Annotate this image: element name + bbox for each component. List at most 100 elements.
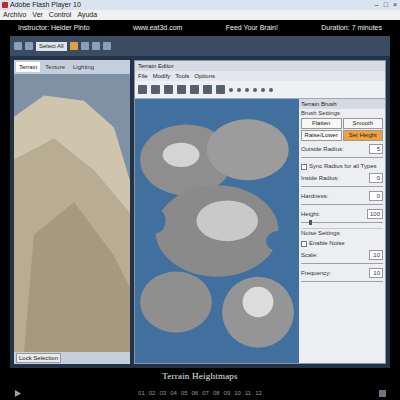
slider-track[interactable] [301, 202, 383, 207]
video-header: Instructor: Helder Pintowww.eat3d.comFee… [10, 20, 390, 36]
brush-type-button[interactable]: Flatten [301, 118, 342, 129]
brush-type-button[interactable]: Raise/Lower [301, 130, 342, 141]
checkbox-row[interactable]: Sync Radius for all Types [301, 161, 383, 172]
number-field: Scale:10 [301, 249, 383, 267]
tool-icon[interactable] [216, 85, 225, 94]
slider-track[interactable] [301, 220, 383, 225]
terrain-render-icon [14, 74, 130, 352]
menu-bar: Archivo Ver Control Ayuda [0, 10, 400, 20]
menu-item[interactable]: Ver [32, 10, 43, 21]
brush-size-icon[interactable] [229, 88, 233, 92]
menu-item[interactable]: Archivo [3, 10, 26, 21]
brush-panel: Terrain BrushBrush SettingsFlattenSmooth… [299, 99, 385, 363]
chapter-button[interactable]: 08 [213, 389, 220, 398]
tool-icon[interactable] [151, 85, 160, 94]
number-field: Inside Radius:0 [301, 172, 383, 190]
tool-icon[interactable] [190, 85, 199, 94]
chapter-button[interactable]: 04 [170, 389, 177, 398]
window-button[interactable]: – [374, 1, 380, 9]
window-button[interactable]: □ [383, 1, 389, 9]
slider-thumb[interactable] [309, 220, 312, 225]
editor-menu-bar: File Modify Tools Options [135, 71, 385, 81]
tab[interactable]: Texture [42, 62, 68, 72]
chapter-button[interactable]: 05 [181, 389, 188, 398]
chapter-button[interactable]: 11 [245, 389, 251, 398]
play-icon[interactable] [14, 390, 21, 397]
tab-bar: TerrainTextureLighting [14, 60, 130, 74]
app-main: TerrainTextureLightingLock SelectionTerr… [10, 56, 390, 368]
tool-icon[interactable] [81, 42, 89, 50]
tool-icon[interactable] [164, 85, 173, 94]
tool-icon[interactable] [177, 85, 186, 94]
brush-size-icon[interactable] [237, 88, 241, 92]
number-field: Height:100 [301, 208, 383, 226]
video-title: Terrain Heightmaps [10, 368, 390, 386]
checkbox-row[interactable]: Enable Noise [301, 238, 383, 249]
brush-size-icon[interactable] [261, 88, 265, 92]
chapter-button[interactable]: 09 [224, 389, 231, 398]
section-label: Noise Settings [301, 228, 383, 238]
screen: Adobe Flash Player 10–□×Archivo Ver Contro… [0, 0, 400, 400]
editor-title-bar: Terrain Editor [135, 61, 385, 71]
tab[interactable]: Lighting [70, 62, 97, 72]
left-panel: TerrainTextureLighting Lock Selection [14, 60, 130, 364]
value-box[interactable]: 5 [369, 144, 383, 154]
slider-track[interactable] [301, 279, 383, 284]
app-toolbar: Select All [10, 36, 390, 56]
tool-icon[interactable] [70, 42, 78, 50]
brush-type-button[interactable]: Smooth [343, 118, 384, 129]
editor-toolbar [135, 81, 385, 99]
volume-icon[interactable] [379, 390, 386, 397]
tool-icon[interactable] [203, 85, 212, 94]
window-button[interactable]: × [392, 1, 398, 9]
menu-item[interactable]: Control [49, 10, 72, 21]
video-frame: Select All TerrainTextureLighting Lock Sel… [10, 36, 390, 368]
tool-icon[interactable] [138, 85, 147, 94]
terrain-editor-window: Terrain EditorFile Modify Tools Options Terr… [134, 60, 386, 364]
number-field: Frequency:10 [301, 267, 383, 285]
value-box[interactable]: 0 [369, 173, 383, 183]
menu-item[interactable]: Ayuda [77, 10, 97, 21]
tab[interactable]: Terrain [16, 62, 40, 72]
checkbox[interactable] [301, 164, 307, 170]
brush-size-icon[interactable] [269, 88, 273, 92]
chapter-button[interactable]: 03 [159, 389, 166, 398]
brush-type-button[interactable]: Set Height [343, 130, 384, 141]
brush-type-grid: FlattenSmoothRaise/LowerSet Height [301, 118, 383, 141]
slider-track[interactable] [301, 184, 383, 189]
value-box[interactable]: 10 [369, 268, 383, 278]
title-bar: Adobe Flash Player 10–□× [0, 0, 400, 10]
section-label: Brush Settings [301, 109, 383, 118]
heightmap-canvas[interactable] [135, 99, 299, 363]
chapter-button[interactable]: 10 [234, 389, 241, 398]
editor-content: Terrain BrushBrush SettingsFlattenSmooth… [135, 99, 385, 363]
chapter-button[interactable]: 12 [255, 389, 262, 398]
panel-title: Terrain Brush [299, 99, 385, 109]
menu-item[interactable]: File [138, 72, 148, 81]
menu-item[interactable]: Tools [175, 72, 189, 81]
chapter-button[interactable]: 07 [202, 389, 209, 398]
viewport[interactable] [14, 74, 130, 352]
value-box[interactable]: 10 [369, 250, 383, 260]
brush-size-icon[interactable] [245, 88, 249, 92]
select-dropdown[interactable]: Select All [36, 42, 67, 51]
slider-track[interactable] [301, 261, 383, 266]
chapter-button[interactable]: 06 [192, 389, 199, 398]
number-field: Hardness:0 [301, 190, 383, 208]
slider-track[interactable] [301, 155, 383, 160]
chapter-button[interactable]: 02 [149, 389, 156, 398]
tool-icon[interactable] [25, 42, 33, 50]
brush-size-icon[interactable] [253, 88, 257, 92]
lock-selection-button[interactable]: Lock Selection [16, 353, 61, 363]
value-box[interactable]: 0 [369, 191, 383, 201]
checkbox[interactable] [301, 241, 307, 247]
menu-item[interactable]: Modify [153, 72, 171, 81]
value-box[interactable]: 100 [367, 209, 383, 219]
tool-icon[interactable] [92, 42, 100, 50]
menu-item[interactable]: Options [194, 72, 215, 81]
heightmap-icon [135, 99, 299, 363]
tool-icon[interactable] [14, 42, 22, 50]
chapter-button[interactable]: 01 [138, 389, 145, 398]
tool-icon[interactable] [103, 42, 111, 50]
player-area: Instructor: Helder Pintowww.eat3d.comFee… [0, 20, 400, 400]
